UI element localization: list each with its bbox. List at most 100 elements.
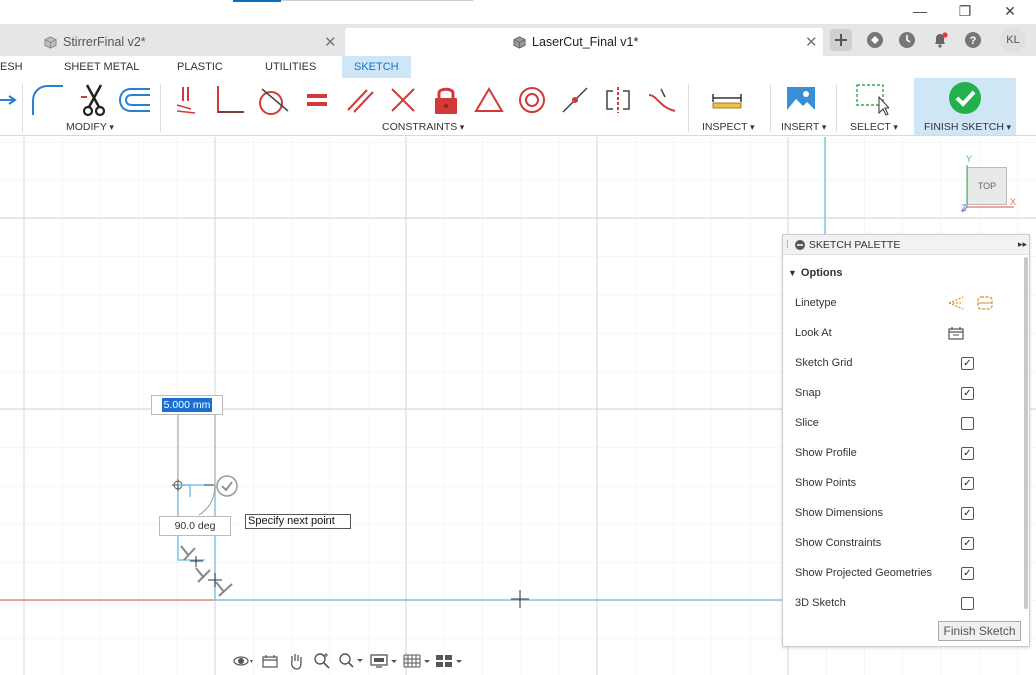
option-label: 3D Sketch [795,597,846,609]
pan-hand-icon[interactable] [284,650,308,672]
title-accent [233,0,281,2]
concentric-icon[interactable] [515,82,549,118]
option-label: Look At [795,327,832,339]
sketch-toolbar: MODIFY ▾ CONSTRAINTS ▾ INSPECT ▾ INSERT … [0,78,1036,136]
dimension-input[interactable]: 5.000 mm [151,395,223,415]
option-label: Show Points [795,477,857,489]
fix-lock-icon[interactable] [429,82,463,118]
3d-sketch-checkbox[interactable] [961,597,974,610]
help-icon[interactable]: ? [962,29,984,51]
job-status-icon[interactable] [864,29,886,51]
finish-sketch-check-icon[interactable] [948,80,982,116]
tab-sheet-metal[interactable]: SHEET METAL [60,56,143,78]
svg-text:?: ? [970,35,977,47]
tab-lasercut-final[interactable]: LaserCut_Final v1* ✕ [345,28,823,56]
show-constraints-checkbox[interactable]: ✓ [961,537,974,550]
show-points-checkbox[interactable]: ✓ [961,477,974,490]
insert-image-icon[interactable] [784,82,818,118]
offset-icon[interactable] [117,82,151,118]
separator [160,84,161,132]
option-label: Show Profile [795,447,857,459]
insert-menu[interactable]: INSERT [781,121,826,133]
document-tab-bar: StirrerFinal v2* ✕ LaserCut_Final v1* ✕ … [0,24,1036,56]
finish-sketch-group[interactable]: FINISH SKETCH [914,78,1016,135]
dimension-value[interactable]: 5.000 mm [161,398,213,412]
option-show-dimensions: Show Dimensions ✓ [795,503,1015,523]
title-accent-line [281,0,473,1]
option-label: Sketch Grid [795,357,853,369]
expand-arrows-icon[interactable]: ▸▸ [1018,239,1027,250]
option-label: Snap [795,387,821,399]
tab-close-icon[interactable]: ✕ [324,33,337,51]
slice-checkbox[interactable] [961,417,974,430]
fit-zoom-icon[interactable] [336,650,366,672]
tab-title: StirrerFinal v2* [63,35,146,49]
create-tool-partial-icon[interactable] [0,82,20,118]
perpendicular-cross-icon[interactable] [386,82,420,118]
trim-scissors-icon[interactable] [77,82,111,118]
viewports-icon[interactable] [434,650,464,672]
look-at-icon[interactable] [947,325,965,341]
option-snap: Snap ✓ [795,383,1015,403]
measure-ruler-icon[interactable] [710,82,744,118]
option-label: Show Constraints [795,537,882,549]
fillet-icon[interactable] [30,82,64,118]
modify-menu[interactable]: MODIFY [66,121,114,133]
curvature-icon[interactable] [645,82,679,118]
sketch-grid-checkbox[interactable]: ✓ [961,357,974,370]
centerline-linetype-icon[interactable] [976,295,994,311]
tab-close-icon[interactable]: ✕ [805,33,818,51]
new-tab-plus-icon[interactable] [830,29,852,51]
tab-stirrerfinal[interactable]: StirrerFinal v2* ✕ [44,28,340,56]
option-show-points: Show Points ✓ [795,473,1015,493]
select-window-icon[interactable] [855,82,889,118]
select-menu[interactable]: SELECT [850,121,898,133]
zoom-icon[interactable] [310,650,334,672]
palette-grip-icon[interactable]: ⁞ [786,239,789,251]
angle-input[interactable]: 90.0 deg [159,516,231,536]
option-show-projected-geometries: Show Projected Geometries ✓ [795,563,1015,583]
tangent-constraint-icon[interactable] [256,82,290,118]
collapse-minus-icon[interactable] [794,239,805,250]
tab-mesh[interactable]: ESH [0,56,27,78]
grid-settings-icon[interactable] [402,650,432,672]
display-settings-icon[interactable] [368,650,400,672]
look-at-nav-icon[interactable] [258,650,282,672]
command-tooltip: Specify next point [245,514,351,529]
symmetry-icon[interactable] [601,82,635,118]
tab-plastic[interactable]: PLASTIC [173,56,227,78]
show-dimensions-checkbox[interactable]: ✓ [961,507,974,520]
accept-check-icon[interactable] [216,475,240,499]
option-label: Show Projected Geometries [795,567,932,579]
tab-sketch[interactable]: SKETCH [342,56,411,78]
option-label: Slice [795,417,819,429]
snap-checkbox[interactable]: ✓ [961,387,974,400]
palette-scrollbar[interactable] [1024,257,1028,609]
construction-linetype-icon[interactable] [947,295,965,311]
minimize-button[interactable]: — [898,0,942,22]
user-avatar[interactable]: KL [1000,28,1026,52]
coincident-constraint-icon[interactable] [172,82,206,118]
orbit-icon[interactable] [232,650,256,672]
perpendicular-constraint-icon[interactable] [213,82,247,118]
equal-constraint-icon[interactable] [300,82,334,118]
notification-bell-icon[interactable] [929,29,951,51]
constraints-menu[interactable]: CONSTRAINTS [382,121,464,133]
parallel-constraint-icon[interactable] [343,82,377,118]
maximize-button[interactable]: ❐ [943,0,987,22]
tab-utilities[interactable]: UTILITIES [261,56,320,78]
collinear-icon[interactable] [558,82,592,118]
close-window-button[interactable]: ✕ [988,0,1032,22]
component-cube-icon [513,35,526,49]
inspect-menu[interactable]: INSPECT [702,121,755,133]
clock-icon[interactable] [896,29,918,51]
finish-sketch-menu[interactable]: FINISH SKETCH [924,121,1011,133]
options-section[interactable]: ▼ Options [788,263,1008,283]
midpoint-triangle-icon[interactable] [472,82,506,118]
component-cube-icon [44,35,57,49]
show-projected-geometries-checkbox[interactable]: ✓ [961,567,974,580]
sketch-palette: ⁞ SKETCH PALETTE ▸▸ ▼ Options Linetype L… [782,234,1030,647]
tab-title: LaserCut_Final v1* [532,35,639,49]
show-profile-checkbox[interactable]: ✓ [961,447,974,460]
finish-sketch-button[interactable]: Finish Sketch [938,621,1021,641]
